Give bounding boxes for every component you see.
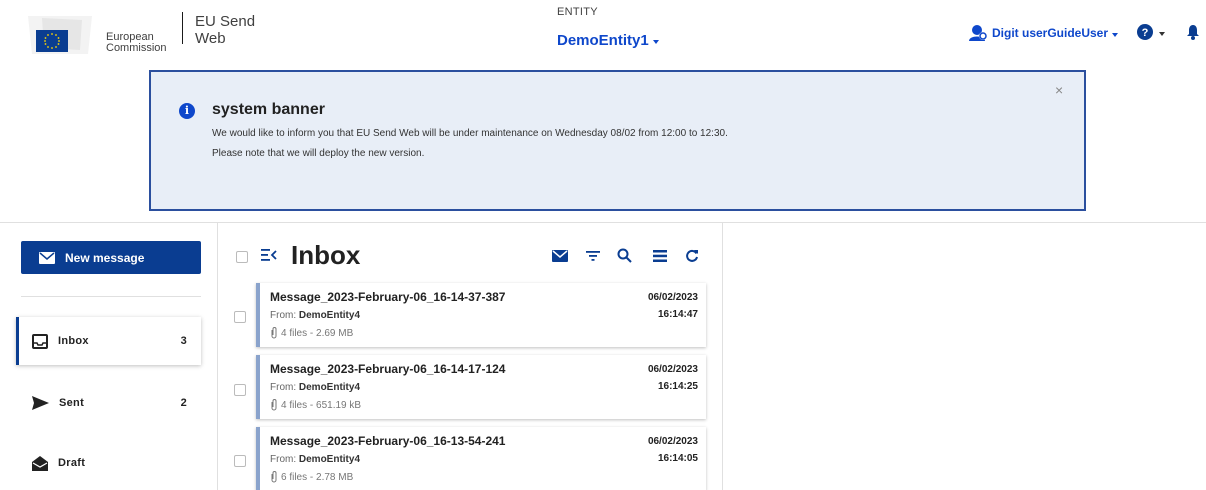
message-list-item[interactable]: Message_2023-February-06_16-13-54-241 Fr…: [256, 427, 706, 490]
paperclip-icon: [271, 327, 277, 339]
sender-label: From:: [270, 454, 299, 465]
message-sender: From: DemoEntity4: [270, 310, 360, 321]
sidebar-item-count: 3: [180, 335, 187, 347]
new-message-label: New message: [65, 250, 145, 265]
section-divider: [0, 222, 1206, 223]
sidebar-item-count: 2: [180, 397, 187, 409]
message-checkbox[interactable]: [234, 384, 246, 396]
system-banner: i system banner We would like to inform …: [149, 70, 1086, 211]
filter-icon[interactable]: [586, 250, 600, 262]
refresh-icon[interactable]: [685, 249, 699, 263]
message-subject: Message_2023-February-06_16-14-17-124: [270, 362, 506, 376]
message-checkbox[interactable]: [234, 311, 246, 323]
message-date: 06/02/2023: [647, 292, 698, 303]
app-header: European Commission EU Send Web ENTITY D…: [0, 0, 1206, 64]
info-icon: i: [179, 103, 195, 119]
message-list-item[interactable]: Message_2023-February-06_16-14-37-387 Fr…: [256, 283, 706, 347]
app-title-line2: Web: [195, 30, 226, 47]
sender-name: DemoEntity4: [298, 310, 361, 321]
paperclip-icon: [271, 399, 277, 411]
message-sender: From: DemoEntity4: [270, 454, 360, 465]
sidebar-item-label: Inbox: [58, 335, 89, 347]
close-icon[interactable]: ×: [1055, 82, 1063, 98]
banner-message-line2: Please note that we will deploy the new …: [212, 148, 425, 159]
bell-icon[interactable]: [1186, 24, 1200, 40]
message-time: 16:14:47: [657, 309, 698, 320]
sidebar-item-label: Draft: [58, 457, 86, 469]
user-icon: [969, 25, 987, 41]
chevron-down-icon: [1159, 31, 1165, 36]
user-menu[interactable]: Digit userGuideUser: [968, 24, 1119, 42]
sidebar-item-sent[interactable]: Sent 2: [16, 379, 201, 427]
app-title-line1: EU Send: [195, 13, 256, 30]
collapse-menu-icon[interactable]: [261, 248, 277, 262]
banner-title: system banner: [212, 101, 325, 118]
draft-icon: [32, 455, 48, 471]
sidebar-item-draft[interactable]: Draft: [16, 439, 201, 487]
chevron-down-icon: [1112, 32, 1119, 37]
message-sender: From: DemoEntity4: [270, 382, 360, 393]
message-attachments: 4 files - 2.69 MB: [270, 327, 353, 339]
attachments-summary: 6 files - 2.78 MB: [281, 471, 354, 483]
column-divider: [217, 223, 218, 490]
entity-selector[interactable]: DemoEntity1: [557, 32, 659, 49]
chevron-down-icon: [652, 40, 659, 44]
help-menu[interactable]: ?: [1137, 24, 1165, 40]
message-time: 16:14:25: [657, 381, 698, 392]
envelope-icon[interactable]: [552, 250, 568, 262]
sender-name: DemoEntity4: [298, 382, 361, 393]
select-all-checkbox[interactable]: [236, 251, 248, 263]
message-subject: Message_2023-February-06_16-13-54-241: [270, 434, 506, 448]
svg-text:?: ?: [1142, 27, 1149, 39]
sender-name: DemoEntity4: [298, 454, 361, 465]
banner-message-line1: We would like to inform you that EU Send…: [212, 128, 728, 139]
user-name: Digit userGuideUser: [992, 26, 1109, 40]
message-attachments: 4 files - 651.19 kB: [270, 399, 361, 411]
inbox-icon: [32, 333, 48, 349]
message-checkbox[interactable]: [234, 455, 246, 467]
header-divider: [182, 12, 183, 44]
ec-logo-text: European Commission: [106, 32, 167, 54]
envelope-icon: [39, 251, 55, 264]
sidebar-item-label: Sent: [59, 397, 85, 409]
message-list-item[interactable]: Message_2023-February-06_16-14-17-124 Fr…: [256, 355, 706, 419]
paperclip-icon: [271, 471, 277, 483]
list-view-icon[interactable]: [653, 250, 667, 262]
new-message-button[interactable]: New message: [21, 241, 201, 274]
help-icon: ?: [1137, 24, 1153, 40]
sidebar-divider: [21, 296, 201, 297]
send-icon: [32, 396, 49, 410]
sidebar-item-inbox[interactable]: Inbox 3: [16, 317, 201, 365]
message-attachments: 6 files - 2.78 MB: [270, 471, 353, 483]
app-title: EU Send Web: [195, 13, 255, 47]
message-date: 06/02/2023: [647, 436, 698, 447]
sender-label: From:: [270, 310, 299, 321]
ec-logo[interactable]: European Commission: [22, 14, 176, 56]
attachments-summary: 4 files - 2.69 MB: [281, 327, 354, 339]
message-time: 16:14:05: [657, 453, 698, 464]
page-title: Inbox: [291, 240, 361, 270]
attachments-summary: 4 files - 651.19 kB: [281, 399, 362, 411]
entity-caption: ENTITY: [557, 6, 598, 18]
message-date: 06/02/2023: [647, 364, 698, 375]
org-line2: Commission: [106, 42, 167, 54]
entity-name: DemoEntity1: [557, 32, 649, 49]
sender-label: From:: [270, 382, 299, 393]
ec-logo-icon: [28, 16, 92, 54]
search-icon[interactable]: [617, 248, 632, 263]
message-subject: Message_2023-February-06_16-14-37-387: [270, 290, 506, 304]
column-divider: [722, 223, 723, 490]
